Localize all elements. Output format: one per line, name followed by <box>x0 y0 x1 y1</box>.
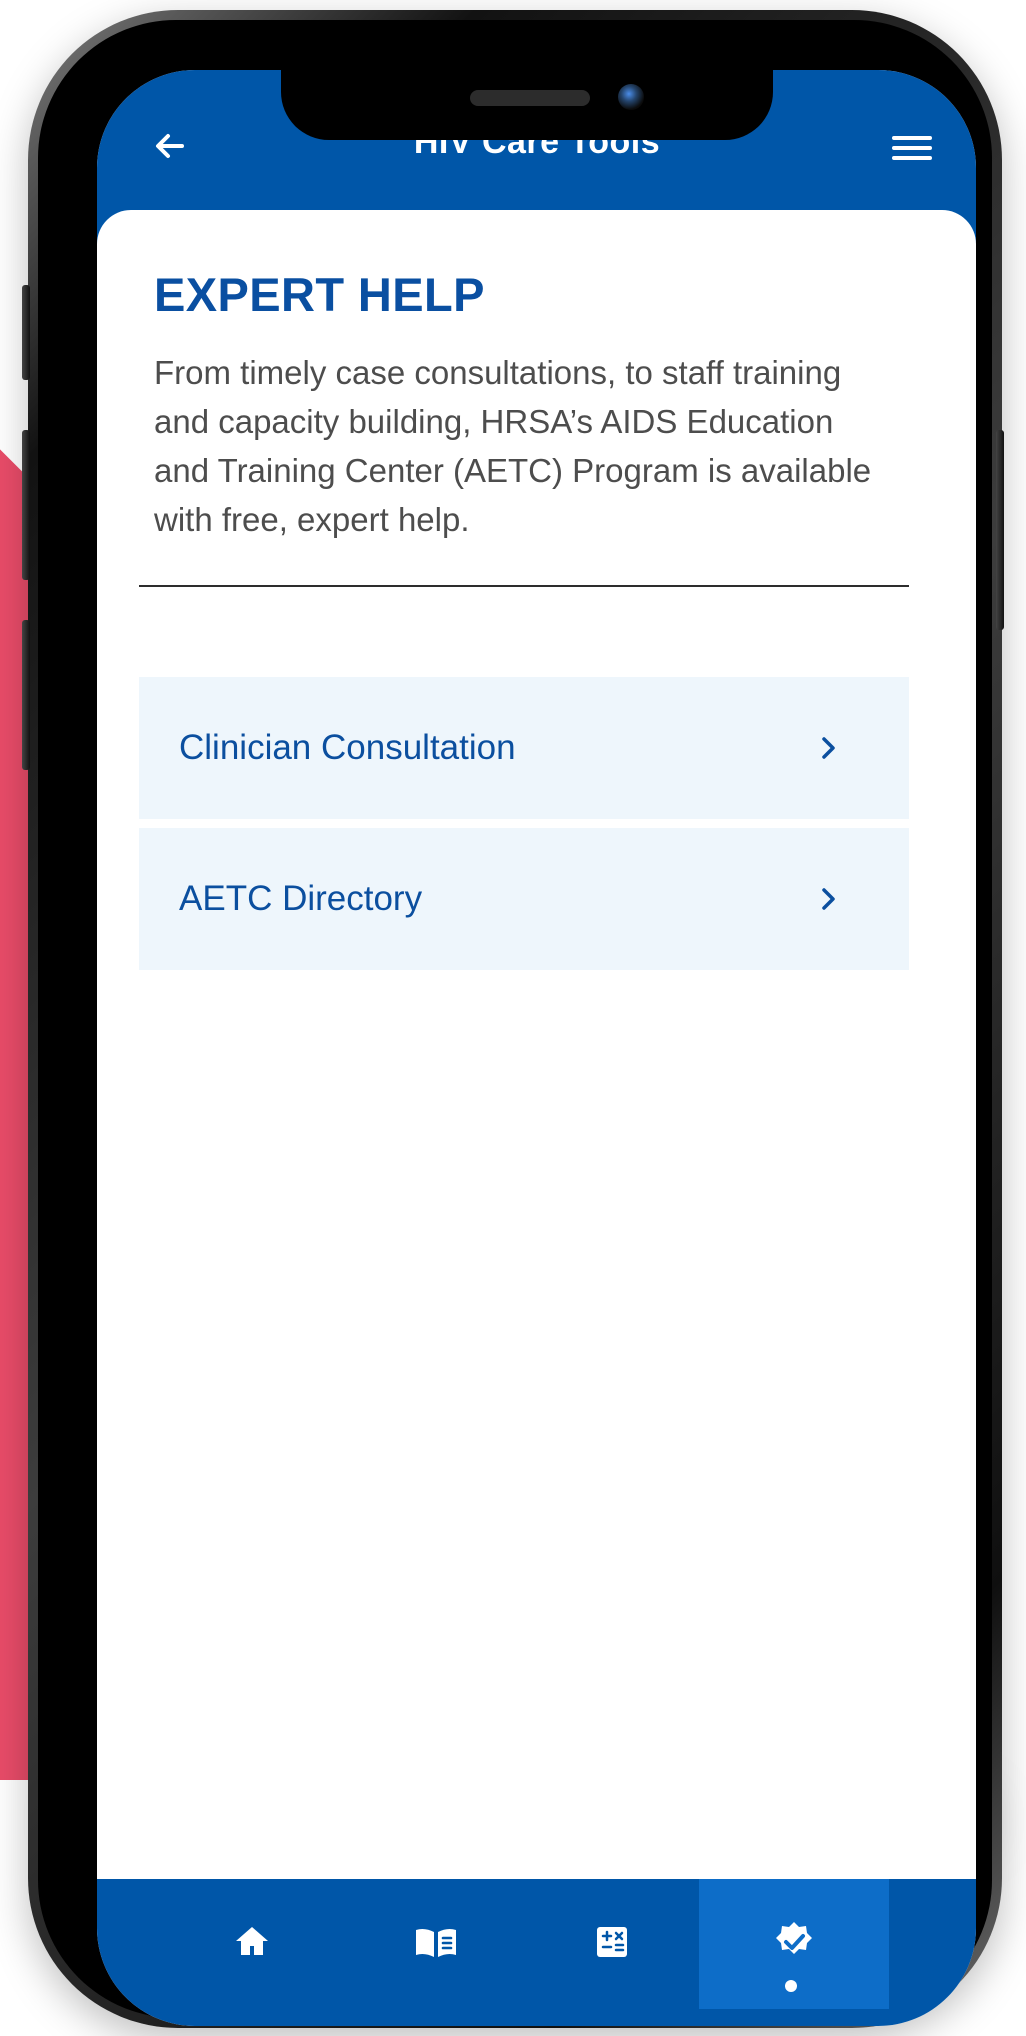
camera-lens <box>618 84 644 110</box>
menu-button[interactable] <box>884 120 940 176</box>
back-button[interactable] <box>142 118 198 174</box>
expert-help-links: Clinician Consultation AETC Directory <box>139 677 909 970</box>
hamburger-menu-icon <box>890 130 934 166</box>
aetc-directory-link[interactable]: AETC Directory <box>139 828 909 970</box>
chevron-right-icon <box>819 885 839 913</box>
phone-notch <box>281 70 773 140</box>
speaker-grille <box>470 90 590 106</box>
link-label: Clinician Consultation <box>179 728 516 767</box>
content-card: EXPERT HELP From timely case consultatio… <box>97 210 976 1864</box>
phone-side-button <box>22 285 30 380</box>
book-icon <box>412 1921 460 1968</box>
phone-side-button <box>22 430 30 580</box>
section-description: From timely case consultations, to staff… <box>154 354 872 538</box>
nav-home[interactable] <box>157 1879 347 2009</box>
link-label: AETC Directory <box>179 879 423 918</box>
arrow-left-icon <box>152 128 188 164</box>
app-screen: HIV Care Tools EXPERT HELP From timely c… <box>97 70 976 2026</box>
home-icon <box>231 1921 273 1968</box>
section-divider <box>139 585 909 587</box>
phone-side-button <box>22 620 30 770</box>
clinician-consultation-link[interactable]: Clinician Consultation <box>139 677 909 819</box>
section-title: EXPERT HELP <box>154 268 485 321</box>
verified-badge-icon <box>770 1918 818 1971</box>
nav-expert-help[interactable] <box>699 1879 889 2009</box>
active-indicator-dot <box>785 1980 797 1992</box>
chevron-right-icon <box>819 734 839 762</box>
nav-reference[interactable] <box>341 1879 531 2009</box>
phone-side-button <box>996 430 1004 630</box>
nav-calculator[interactable] <box>517 1879 707 2009</box>
bottom-navigation <box>97 1879 976 2026</box>
calculator-icon <box>592 1922 632 1967</box>
